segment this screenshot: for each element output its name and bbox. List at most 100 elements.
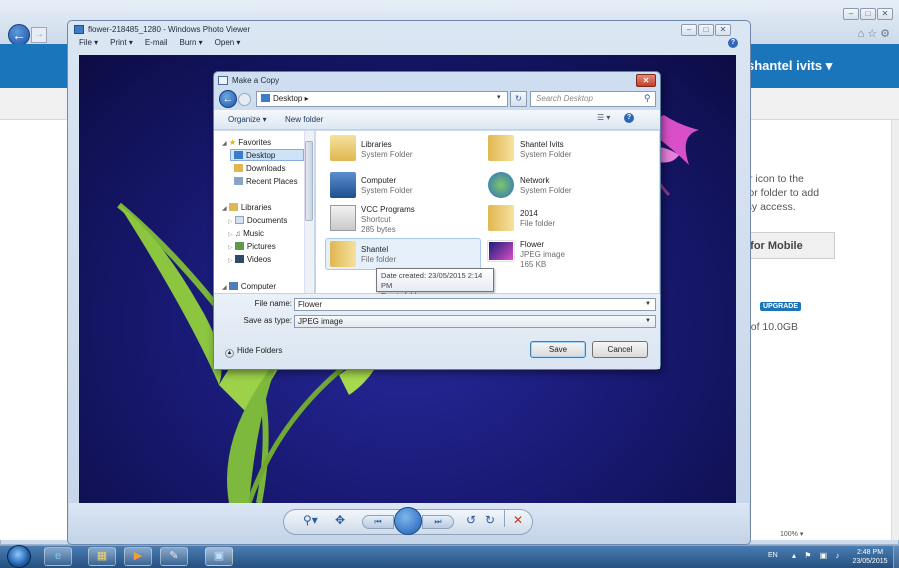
file-type: JPEG image <box>520 250 565 259</box>
close-icon[interactable]: ✕ <box>715 24 731 36</box>
nav-computer[interactable]: ◢ Computer <box>222 282 276 291</box>
nav-downloads[interactable]: Downloads <box>234 164 286 173</box>
nav-videos[interactable]: ▷ Videos <box>228 255 271 264</box>
browser-forward-icon[interactable]: → <box>31 27 47 43</box>
file-type: File folder <box>520 219 556 228</box>
address-path[interactable]: Desktop ▸ <box>273 94 309 103</box>
dropdown-icon[interactable]: ▼ <box>645 318 651 324</box>
browser-toolbar-icons[interactable]: ⌂☆⚙ <box>858 27 893 40</box>
actual-size-icon[interactable]: ✥ <box>335 513 345 527</box>
nav-scrollbar-thumb[interactable] <box>305 141 313 221</box>
nav-documents[interactable]: ▷ Documents <box>228 216 287 225</box>
browser-scrollbar[interactable] <box>891 120 899 540</box>
taskbar-ie[interactable]: e <box>44 547 72 566</box>
file-item-shantel-ivits[interactable]: Shantel Ivits System Folder <box>520 140 572 160</box>
expand-icon[interactable]: ◢ <box>222 206 227 212</box>
file-name: Network <box>520 176 550 185</box>
folder-tooltip: Date created: 23/05/2015 2:14 PM Empty f… <box>376 268 494 300</box>
dialog-forward-icon[interactable] <box>238 93 251 106</box>
videos-icon <box>234 255 244 263</box>
slideshow-play-icon[interactable] <box>394 507 422 535</box>
cancel-button[interactable]: Cancel <box>592 341 648 358</box>
menu-burn[interactable]: Burn ▾ <box>180 38 203 47</box>
nav-pictures[interactable]: ▷ Pictures <box>228 242 276 251</box>
file-item-libraries[interactable]: Libraries System Folder <box>361 140 413 160</box>
menu-open[interactable]: Open ▾ <box>215 38 241 47</box>
nav-favorites[interactable]: ◢ ★ Favorites <box>222 138 271 147</box>
folder-icon <box>488 205 514 231</box>
new-folder-button[interactable]: New folder <box>285 115 323 124</box>
file-item-network[interactable]: Network System Folder <box>520 176 572 196</box>
minimize-icon[interactable]: – <box>681 24 697 36</box>
language-indicator[interactable]: EN <box>768 552 778 559</box>
taskbar-photo-viewer[interactable]: ▣ <box>205 547 233 566</box>
address-dropdown-icon[interactable]: ▾ <box>497 93 501 101</box>
file-item-vcc-programs[interactable]: VCC Programs Shortcut 285 bytes <box>361 205 415 235</box>
close-icon[interactable]: ✕ <box>877 8 893 20</box>
taskbar-explorer[interactable]: ▦ <box>88 547 116 566</box>
taskbar-paint[interactable]: ✎ <box>160 547 188 566</box>
taskbar-media-player[interactable]: ▶ <box>124 547 152 566</box>
collapse-icon[interactable]: ▷ <box>228 245 233 251</box>
user-menu[interactable]: shantel ivits ▾ <box>747 58 832 74</box>
minimize-icon[interactable]: – <box>843 8 859 20</box>
file-type: File folder <box>361 255 397 264</box>
dropdown-icon[interactable]: ▼ <box>645 301 651 307</box>
expand-icon[interactable]: ◢ <box>222 285 227 291</box>
file-item-2014[interactable]: 2014 File folder <box>520 209 555 229</box>
save-as-type-select[interactable]: JPEG image ▼ <box>294 315 656 328</box>
help-icon[interactable]: ? <box>728 38 738 48</box>
nav-label: Music <box>243 229 264 238</box>
views-icon[interactable]: ☰ ▾ <box>597 113 610 122</box>
zoom-icon[interactable]: ⚲▾ <box>303 513 318 527</box>
delete-icon[interactable]: ✕ <box>513 513 523 527</box>
organize-button[interactable]: Organize ▾ <box>228 115 267 124</box>
start-button[interactable] <box>7 545 31 568</box>
maximize-icon[interactable]: □ <box>860 8 876 20</box>
file-name-field[interactable]: Flower ▼ <box>294 298 656 311</box>
dialog-close-button[interactable]: ✕ <box>636 74 656 87</box>
rotate-right-icon[interactable]: ↻ <box>485 513 495 527</box>
nav-label: Pictures <box>246 242 276 251</box>
menu-file[interactable]: File ▾ <box>79 38 98 47</box>
nav-desktop[interactable]: Desktop <box>234 151 275 160</box>
dialog-back-icon[interactable]: ← <box>219 90 237 108</box>
collapse-icon[interactable]: ▷ <box>228 258 233 264</box>
menu-print[interactable]: Print ▾ <box>110 38 133 47</box>
file-name-value: Flower <box>298 300 323 309</box>
browser-window-controls: – □ ✕ <box>843 8 893 20</box>
search-input[interactable]: Search Desktop <box>530 91 656 107</box>
collapse-icon[interactable]: ▷ <box>228 232 233 238</box>
folder-icon: ▦ <box>96 550 108 562</box>
upgrade-badge[interactable]: UPGRADE <box>760 302 802 311</box>
refresh-icon[interactable]: ↻ <box>510 91 527 107</box>
file-item-flower[interactable]: Flower JPEG image 165 KB <box>520 240 565 270</box>
show-desktop-button[interactable] <box>893 545 899 568</box>
menu-email[interactable]: E-mail <box>145 38 168 47</box>
hide-folders-toggle[interactable]: ▲ Hide Folders <box>225 346 282 358</box>
search-icon[interactable]: ⚲ <box>644 93 651 104</box>
next-icon[interactable]: ⏭ <box>422 515 454 529</box>
file-item-shantel[interactable]: Shantel File folder <box>361 245 396 265</box>
nav-libraries[interactable]: ◢ Libraries <box>222 203 272 212</box>
nav-music[interactable]: ▷ ♫ Music <box>228 229 264 238</box>
previous-icon[interactable]: ⏮ <box>362 515 394 529</box>
rotate-left-icon[interactable]: ↺ <box>466 513 476 527</box>
folder-icon <box>330 241 356 267</box>
address-bar[interactable]: Desktop ▸ <box>256 91 508 107</box>
collapse-icon[interactable]: ▷ <box>228 219 233 225</box>
file-item-computer[interactable]: Computer System Folder <box>361 176 413 196</box>
nav-recent-places[interactable]: Recent Places <box>234 177 298 186</box>
network-icon <box>488 172 514 198</box>
dialog-toolbar <box>214 110 660 130</box>
dialog-help-icon[interactable]: ? <box>624 113 634 123</box>
maximize-icon[interactable]: □ <box>698 24 714 36</box>
file-name: VCC Programs <box>361 205 415 214</box>
zoom-level[interactable]: 100% ▾ <box>780 530 803 538</box>
browser-back-icon[interactable]: ← <box>8 24 30 46</box>
recent-places-icon <box>234 177 243 185</box>
clock[interactable]: 2:48 PM 23/05/2015 <box>850 548 890 566</box>
save-button[interactable]: Save <box>530 341 586 358</box>
expand-icon[interactable]: ◢ <box>222 141 227 147</box>
tray-icons[interactable]: ▴ ⚑ ▣ ♪ <box>792 551 842 560</box>
